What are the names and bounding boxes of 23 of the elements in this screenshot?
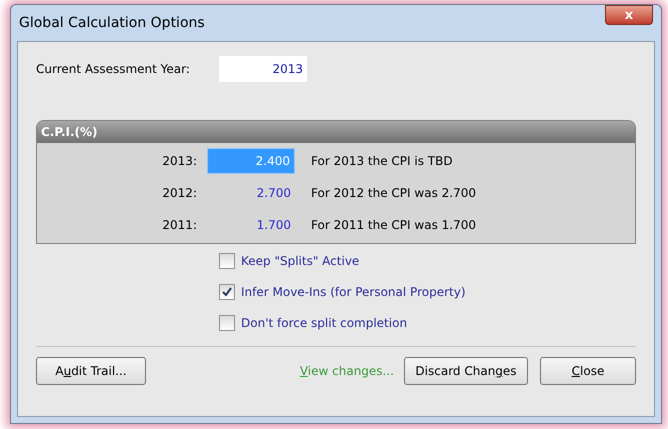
year-label: Current Assessment Year: [36,61,191,78]
option-label: Infer Move-Ins (for Personal Property) [241,284,466,301]
checkbox[interactable] [219,253,235,269]
close-button[interactable]: Close [540,357,636,385]
cpi-value-field[interactable]: 2.700 [207,180,295,206]
cpi-note: For 2011 the CPI was 1.700 [311,217,476,234]
option-label: Keep "Splits" Active [241,253,360,270]
year-field[interactable]: 2013 [219,56,307,82]
year-label: 2011: [161,217,198,234]
panel-title: C.P.I.(%) [41,124,98,141]
window-title: Global Calculation Options [19,14,205,32]
audit-trail-button[interactable]: Audit Trail... [36,357,146,385]
checkmark-icon [222,287,232,297]
checkbox[interactable] [219,284,235,300]
cpi-value-field[interactable]: 1.700 [207,212,295,238]
discard-changes-button[interactable]: Discard Changes [404,357,528,385]
year-label: 2013: [161,153,198,170]
year-label: 2012: [161,185,198,202]
checkbox[interactable] [219,315,235,331]
cpi-note: For 2012 the CPI was 2.700 [311,185,476,202]
cpi-note: For 2013 the CPI is TBD [311,153,453,170]
option-label: Don't force split completion [241,315,408,332]
close-button[interactable]: x [605,5,653,25]
